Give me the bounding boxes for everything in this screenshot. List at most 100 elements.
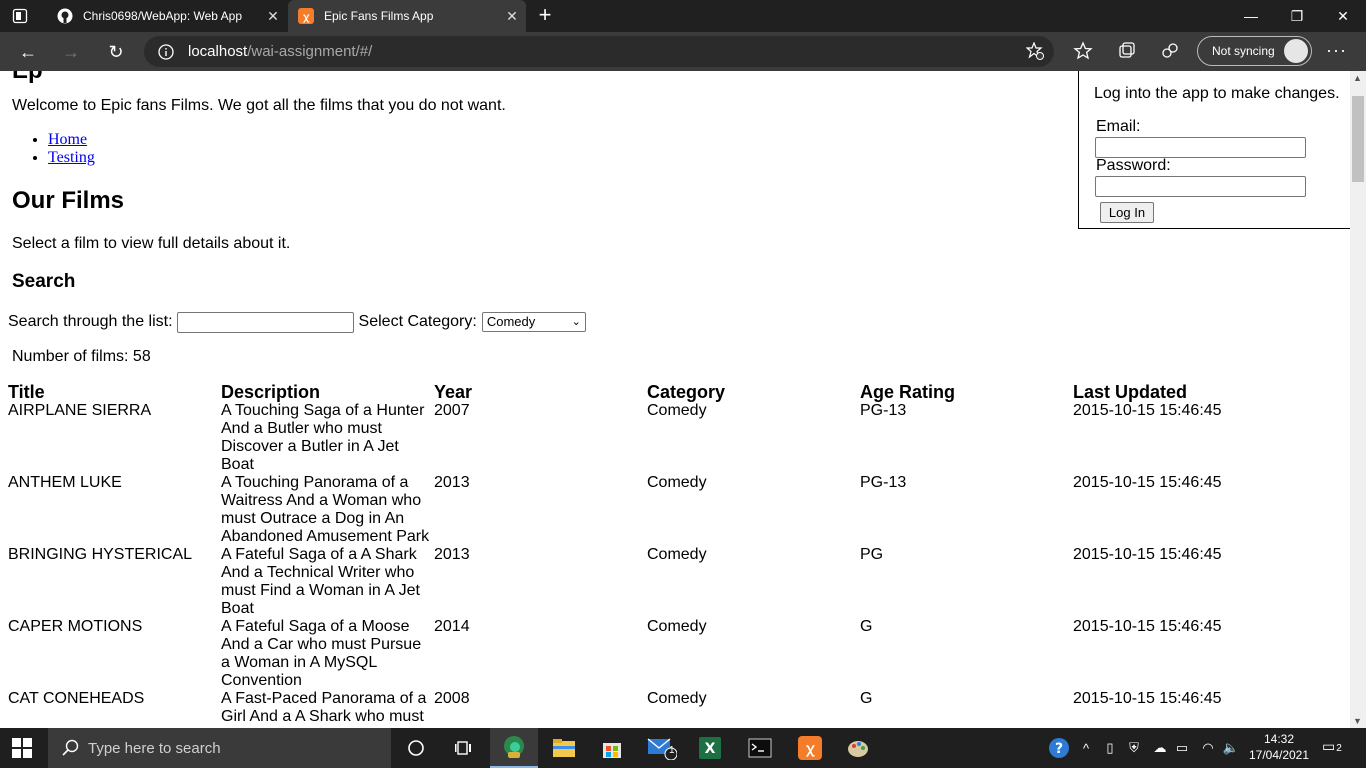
cell-year: 2014 [434, 618, 470, 635]
close-window-icon[interactable]: ✕ [1320, 0, 1366, 32]
task-view-icon[interactable] [440, 728, 488, 768]
xampp-icon[interactable]: ꭓ [786, 728, 834, 768]
add-favorite-icon[interactable] [1026, 42, 1044, 60]
films-heading: Our Films [12, 187, 125, 214]
welcome-text: Welcome to Epic fans Films. We got all t… [12, 97, 506, 114]
help-icon[interactable]: ? [1046, 728, 1072, 768]
battery-icon[interactable]: ▭ [1172, 728, 1192, 768]
mail-icon[interactable]: 1 [638, 728, 686, 768]
cell-year: 2013 [434, 546, 470, 563]
search-input[interactable] [176, 311, 354, 333]
refresh-icon[interactable]: ↻ [104, 40, 128, 64]
login-button[interactable]: Log In [1100, 202, 1154, 223]
windows-start-icon[interactable] [12, 738, 32, 758]
shield-icon[interactable]: ⛨ [1124, 728, 1144, 768]
film-count: Number of films: 58 [12, 348, 151, 365]
close-icon[interactable]: ✕ [498, 8, 526, 25]
notification-icon[interactable]: ▭2 [1322, 738, 1344, 758]
testing-link[interactable]: Testing [48, 149, 95, 166]
search-label: Search through the list: [8, 313, 173, 330]
tab-actions-icon[interactable] [12, 8, 28, 24]
wifi-icon[interactable]: ◠ [1196, 728, 1220, 768]
store-icon[interactable] [588, 728, 636, 768]
clock-date: 17/04/2021 [1248, 748, 1310, 762]
collections-icon[interactable] [1117, 41, 1137, 61]
cell-category: Comedy [647, 402, 707, 419]
select-instructions: Select a film to view full details about… [12, 235, 291, 252]
cell-category: Comedy [647, 618, 707, 635]
sync-label: Not syncing [1212, 44, 1275, 58]
table-row[interactable]: CAT CONEHEADS A Fast-Paced Panorama of a… [6, 690, 1301, 728]
svg-text:ꭓ: ꭓ [805, 741, 815, 757]
cortana-icon[interactable] [392, 728, 440, 768]
email-field[interactable] [1095, 137, 1306, 158]
taskbar-search[interactable]: Type here to search [48, 728, 391, 768]
column-header: Title [8, 382, 45, 402]
usb-icon[interactable]: ▯ [1100, 728, 1120, 768]
info-icon[interactable] [158, 44, 174, 60]
close-icon[interactable]: ✕ [259, 8, 287, 25]
file-explorer-icon[interactable] [540, 728, 588, 768]
tab-github[interactable]: Chris0698/WebApp: Web App ✕ [47, 0, 287, 32]
forward-icon[interactable]: → [59, 40, 83, 64]
back-icon[interactable]: ← [16, 40, 40, 64]
category-select[interactable]: Comedy ⌄ [481, 312, 586, 332]
table-header-row: Title Description Year Category Age Rati… [6, 382, 1301, 402]
tab-epic-fans[interactable]: ꭓ Epic Fans Films App ✕ [288, 0, 526, 32]
favorites-icon[interactable] [1073, 41, 1093, 61]
maximize-icon[interactable]: ❐ [1274, 0, 1320, 32]
home-link[interactable]: Home [48, 131, 87, 148]
page-viewport: Ep Welcome to Epic fans Films. We got al… [0, 71, 1350, 728]
cell-year: 2007 [434, 402, 470, 419]
new-tab-icon[interactable]: + [533, 4, 557, 28]
table-row[interactable]: CAPER MOTIONS A Fateful Saga of a Moose … [6, 618, 1301, 690]
excel-icon[interactable]: X [686, 728, 734, 768]
search-row: Search through the list: Select Category… [8, 311, 586, 333]
cell-title: AIRPLANE SIERRA [8, 402, 152, 419]
cell-title: CAT CONEHEADS [8, 690, 145, 707]
vertical-scrollbar[interactable]: ▲ ▼ [1350, 71, 1366, 728]
cell-description: A Fateful Saga of a A Shark And a Techni… [221, 546, 420, 617]
clock[interactable]: 14:32 17/04/2021 [1246, 731, 1312, 763]
search-heading: Search [12, 271, 76, 292]
column-header: Description [221, 382, 321, 402]
cell-last-updated: 2015-10-15 15:46:45 [1073, 690, 1222, 707]
chevron-down-icon: ⌄ [571, 316, 581, 328]
cut-off-heading-icon: Ep [12, 71, 43, 85]
svg-text:?: ? [1055, 741, 1063, 757]
xampp-icon: ꭓ [298, 8, 314, 24]
url-text: localhost/wai-assignment/#/ [188, 43, 372, 60]
films-table: Title Description Year Category Age Rati… [6, 382, 1301, 728]
scrollbar-thumb[interactable] [1352, 96, 1364, 182]
scroll-up-icon[interactable]: ▲ [1353, 73, 1362, 83]
settings-menu-icon[interactable]: ··· [1326, 40, 1347, 61]
cell-year: 2013 [434, 474, 470, 491]
nav-item-testing: Testing [48, 149, 95, 167]
chevron-up-icon[interactable]: ^ [1076, 728, 1096, 768]
cell-category: Comedy [647, 546, 707, 563]
cell-year: 2008 [434, 690, 470, 707]
table-row[interactable]: ANTHEM LUKE A Touching Panorama of a Wai… [6, 474, 1301, 546]
minimize-icon[interactable]: — [1228, 0, 1274, 32]
address-bar: ← → ↻ localhost/wai-assignment/#/ Not sy… [0, 32, 1366, 71]
column-header: Year [434, 382, 473, 402]
cell-title: BRINGING HYSTERICAL [8, 546, 193, 563]
terminal-icon[interactable] [736, 728, 784, 768]
scroll-down-icon[interactable]: ▼ [1353, 716, 1362, 726]
url-field[interactable]: localhost/wai-assignment/#/ [144, 36, 1054, 67]
column-header: Age Rating [860, 382, 956, 402]
volume-icon[interactable]: 🔈 [1220, 728, 1242, 768]
email-label: Email: [1096, 118, 1141, 135]
nav-list: Home Testing [48, 131, 95, 167]
edge-dev-icon[interactable] [490, 728, 538, 768]
cell-description: A Fast-Paced Panorama of a Girl And a A … [221, 690, 427, 725]
table-row[interactable]: BRINGING HYSTERICAL A Fateful Saga of a … [6, 546, 1301, 618]
table-row[interactable]: AIRPLANE SIERRA A Touching Saga of a Hun… [6, 402, 1301, 474]
password-field[interactable] [1095, 176, 1306, 197]
cloud-icon[interactable]: ☁ [1148, 728, 1172, 768]
cell-description: A Touching Saga of a Hunter And a Butler… [221, 402, 425, 473]
paint-icon[interactable] [834, 728, 882, 768]
sync-button[interactable]: Not syncing [1197, 36, 1312, 66]
extensions-icon[interactable] [1160, 41, 1180, 61]
mail-badge: 1 [669, 745, 675, 756]
